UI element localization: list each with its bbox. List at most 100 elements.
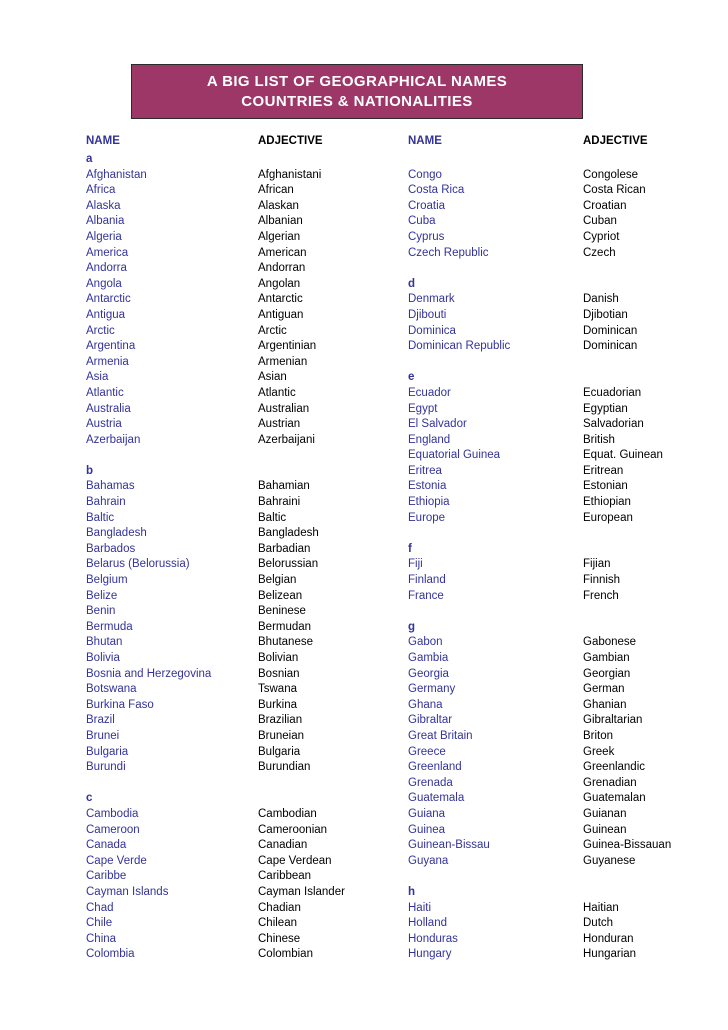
table-row: Bahamas Bahamian — [86, 479, 406, 495]
header-adjective: ADJECTIVE — [583, 135, 648, 147]
adjective-cell: Bangladesh — [258, 527, 319, 540]
adjective-cell: Salvadorian — [583, 418, 644, 431]
adjective-cell: Guianan — [583, 807, 627, 820]
column-right: NAME ADJECTIVE Congo Congolese Costa Rica C… — [408, 133, 720, 963]
name-cell: Asia — [86, 371, 109, 384]
adjective-cell: Cameroonian — [258, 823, 328, 836]
table-row: Barbados Barbadian — [86, 542, 406, 558]
table-row: Cyprus Cypriot — [408, 230, 720, 246]
name-cell: England — [408, 433, 451, 446]
adjective-cell: Danish — [583, 293, 619, 306]
name-cell: Brazil — [86, 714, 115, 727]
table-row: Hungary Hungarian — [408, 947, 720, 963]
name-cell: Algeria — [86, 230, 122, 243]
name-cell: El Salvador — [408, 418, 467, 431]
column-left-rows: a Afghanistan Afghanistani Africa African Ala… — [86, 152, 406, 963]
name-cell: France — [408, 589, 444, 602]
letter-heading-row: c — [86, 791, 406, 807]
name-cell: Estonia — [408, 480, 447, 493]
adjective-cell: Czech — [583, 246, 616, 259]
adjective-cell: Cambodian — [258, 807, 317, 820]
name-cell: Afghanistan — [86, 168, 147, 181]
adjective-cell: Afghanistani — [258, 168, 322, 181]
adjective-cell: Burkina — [258, 698, 297, 711]
name-cell: Ghana — [408, 698, 443, 711]
table-row: Honduras Honduran — [408, 932, 720, 948]
name-cell: Greenland — [408, 761, 462, 774]
adjective-cell: Greenlandic — [583, 761, 646, 774]
adjective-cell: Bosnian — [258, 667, 300, 680]
name-cell: Atlantic — [86, 386, 124, 399]
adjective-cell: Eritrean — [583, 464, 624, 477]
table-row: Albania Albanian — [86, 214, 406, 230]
adjective-cell: Djibotian — [583, 308, 628, 321]
table-row: Haiti Haitian — [408, 901, 720, 917]
table-row: Bulgaria Bulgaria — [86, 745, 406, 761]
table-row: Cuba Cuban — [408, 214, 720, 230]
table-row: Brazil Brazilian — [86, 713, 406, 729]
adjective-cell: Gibraltarian — [583, 714, 643, 727]
table-row: Finland Finnish — [408, 573, 720, 589]
adjective-cell: Beninese — [258, 605, 306, 618]
table-row: Bahrain Bahraini — [86, 495, 406, 511]
adjective-cell: Antiguan — [258, 308, 304, 321]
adjective-cell: Fijian — [583, 558, 611, 571]
letter-heading: a — [86, 153, 93, 165]
name-cell: Gibraltar — [408, 714, 453, 727]
name-cell: Belarus (Belorussia) — [86, 558, 190, 571]
name-cell: Holland — [408, 917, 447, 930]
table-row: Antarctic Antarctic — [86, 292, 406, 308]
adjective-cell: Ethiopian — [583, 496, 631, 509]
table-row: Denmark Danish — [408, 292, 720, 308]
name-cell: Chile — [86, 917, 113, 930]
name-cell: Gambia — [408, 652, 449, 664]
table-row: Austria Austrian — [86, 417, 406, 433]
adjective-cell: Croatian — [583, 199, 627, 212]
adjective-cell: Belgian — [258, 574, 297, 587]
adjective-cell: Bahraini — [258, 496, 301, 509]
name-cell: Burundi — [86, 761, 126, 774]
adjective-cell: Belizean — [258, 589, 303, 602]
table-row: Azerbaijan Azerbaijani — [86, 433, 406, 449]
adjective-cell: Dominican — [583, 340, 638, 353]
adjective-cell: Gabonese — [583, 636, 637, 649]
table-row: Cambodia Cambodian — [86, 807, 406, 823]
adjective-cell: American — [258, 246, 307, 259]
name-cell: Argentina — [86, 340, 136, 353]
table-row: Belarus (Belorussia) Belorussian — [86, 557, 406, 573]
name-cell: Honduras — [408, 932, 458, 945]
table-row: Gibraltar Gibraltarian — [408, 713, 720, 729]
name-cell: Guinea — [408, 823, 446, 836]
table-row: Equatorial Guinea Equat. Guinean — [408, 448, 720, 464]
table-row: Costa Rica Costa Rican — [408, 183, 720, 199]
adjective-cell: Ghanian — [583, 698, 627, 711]
spacer-row — [408, 869, 720, 885]
document-page: A BIG LIST OF GEOGRAPHICAL NAMES COUNTRI… — [0, 0, 728, 1030]
table-row: Ecuador Ecuadorian — [408, 386, 720, 402]
name-cell: Bosnia and Herzegovina — [86, 667, 212, 680]
name-cell: Antigua — [86, 308, 126, 321]
spacer-row — [408, 261, 720, 277]
adjective-cell: Bulgaria — [258, 745, 301, 758]
adjective-cell: Georgian — [583, 667, 631, 680]
table-row: Gambia Gambian — [408, 651, 720, 667]
adjective-cell: German — [583, 683, 625, 696]
table-row: Canada Canadian — [86, 838, 406, 854]
name-cell: Finland — [408, 574, 446, 587]
adjective-cell: Hungarian — [583, 948, 637, 961]
adjective-cell: Asian — [258, 371, 287, 384]
table-row: Estonia Estonian — [408, 479, 720, 495]
table-row: Czech Republic Czech — [408, 246, 720, 262]
table-row: El Salvador Salvadorian — [408, 417, 720, 433]
name-cell: Baltic — [86, 511, 115, 524]
adjective-cell: Ecuadorian — [583, 386, 642, 399]
adjective-cell: Briton — [583, 729, 614, 742]
name-cell: Cape Verde — [86, 854, 147, 867]
name-cell: Croatia — [408, 199, 446, 212]
table-row: Bolivia Bolivian — [86, 651, 406, 667]
name-cell: Bhutan — [86, 636, 123, 649]
name-cell: Guatemala — [408, 792, 465, 805]
name-cell: Bangladesh — [86, 527, 147, 540]
adjective-cell: Costa Rican — [583, 184, 646, 197]
name-cell: Barbados — [86, 542, 136, 555]
